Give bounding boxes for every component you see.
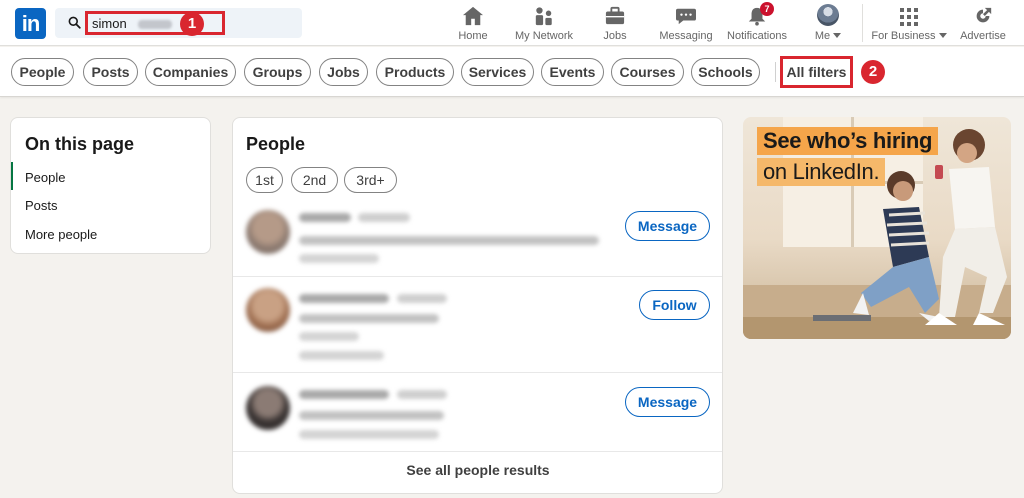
redacted-text — [138, 20, 172, 29]
filter-courses[interactable]: Courses — [611, 58, 684, 86]
chevron-down-icon — [938, 33, 947, 38]
nav-messaging-label: Messaging — [659, 30, 713, 42]
search-icon — [68, 16, 81, 29]
nav-notifications-label: Notifications — [727, 30, 787, 42]
search-input-highlight[interactable]: simon — [85, 11, 225, 35]
search-input[interactable]: simon — [92, 16, 127, 31]
people-results-card: People 1st 2nd 3rd+ Message Follow Messa… — [232, 117, 723, 494]
nav-for-business[interactable]: For Business — [871, 4, 947, 42]
redacted-degree — [358, 213, 410, 222]
on-this-page-title: On this page — [25, 134, 135, 154]
linkedin-hiring-ad[interactable]: See who’s hiring on LinkedIn. — [743, 117, 1011, 339]
filter-products[interactable]: Products — [376, 58, 454, 86]
row-divider — [233, 372, 722, 373]
redacted-location — [299, 430, 439, 439]
network-icon — [535, 7, 552, 26]
redacted-headline — [299, 236, 599, 245]
redacted-mutual — [299, 351, 384, 360]
redacted-location — [299, 254, 379, 263]
filter-people[interactable]: People — [11, 58, 74, 86]
nav-home-label: Home — [458, 30, 488, 42]
see-all-people-results-link[interactable]: See all people results — [233, 462, 722, 478]
filter-services[interactable]: Services — [461, 58, 534, 86]
nav-my-network-label: My Network — [514, 30, 574, 42]
on-this-page-card: On this page People Posts More people — [10, 117, 211, 254]
nav-divider — [862, 4, 863, 42]
linkedin-logo[interactable]: in — [15, 8, 46, 39]
search-bar[interactable]: simon — [55, 8, 302, 38]
nav-for-business-label: For Business — [871, 30, 936, 42]
filter-groups[interactable]: Groups — [244, 58, 311, 86]
nav-advertise[interactable]: Advertise — [958, 4, 1008, 42]
connection-filter-1st[interactable]: 1st — [246, 167, 283, 193]
connection-filter-3rd-plus[interactable]: 3rd+ — [344, 167, 397, 193]
nav-me-label: Me — [814, 30, 831, 42]
step-badge-1: 1 — [180, 12, 204, 36]
person-avatar — [246, 288, 290, 332]
ad-headline-line-1: See who’s hiring — [757, 127, 939, 155]
search-filter-bar: People Posts Companies Groups Jobs Produ… — [0, 47, 1024, 97]
ad-headline-line-2: on LinkedIn. — [757, 158, 886, 186]
step-badge-2: 2 — [861, 60, 885, 84]
row-divider — [233, 451, 722, 452]
toc-people[interactable]: People — [25, 170, 65, 185]
redacted-degree — [397, 390, 447, 399]
filter-companies[interactable]: Companies — [145, 58, 236, 86]
top-navigation: in simon 1 Home My Network Jobs Messagin… — [0, 0, 1024, 46]
chevron-down-icon — [833, 33, 842, 38]
redacted-degree — [397, 294, 447, 303]
nav-my-network[interactable]: My Network — [512, 4, 576, 42]
nav-advertise-label: Advertise — [960, 30, 1006, 42]
connection-filter-2nd[interactable]: 2nd — [291, 167, 338, 193]
message-button[interactable]: Message — [625, 387, 710, 417]
messaging-icon — [676, 8, 696, 25]
nav-messaging[interactable]: Messaging — [658, 4, 714, 42]
toc-more-people[interactable]: More people — [25, 227, 97, 242]
active-indicator — [11, 162, 13, 190]
person-avatar — [246, 210, 290, 254]
nav-me[interactable]: Me — [808, 4, 848, 42]
notification-count-badge: 7 — [760, 2, 774, 16]
nav-home[interactable]: Home — [451, 4, 495, 42]
redacted-name — [299, 390, 389, 399]
nav-for-business-label-wrap: For Business — [871, 30, 947, 42]
all-filters-button[interactable]: All filters — [780, 56, 853, 88]
grid-icon — [900, 8, 918, 26]
ad-headline: See who’s hiring on LinkedIn. — [757, 127, 939, 189]
redacted-location — [299, 332, 359, 341]
redacted-headline — [299, 314, 439, 323]
redacted-name — [299, 294, 389, 303]
nav-notifications[interactable]: 7 Notifications — [725, 2, 789, 42]
avatar — [817, 4, 839, 26]
toc-posts[interactable]: Posts — [25, 198, 58, 213]
redacted-headline — [299, 411, 444, 420]
message-button[interactable]: Message — [625, 211, 710, 241]
nav-me-label-wrap: Me — [808, 30, 848, 42]
briefcase-icon — [605, 6, 625, 25]
filter-divider — [775, 62, 776, 82]
nav-jobs-label: Jobs — [603, 30, 627, 42]
people-section-title: People — [246, 134, 306, 154]
nav-jobs[interactable]: Jobs — [598, 4, 632, 42]
filter-schools[interactable]: Schools — [691, 58, 760, 86]
home-icon — [463, 6, 483, 26]
filter-jobs[interactable]: Jobs — [319, 58, 368, 86]
advertise-icon — [976, 7, 992, 23]
follow-button[interactable]: Follow — [639, 290, 710, 320]
redacted-name — [299, 213, 351, 222]
person-avatar — [246, 386, 290, 430]
row-divider — [233, 276, 722, 277]
filter-events[interactable]: Events — [541, 58, 604, 86]
filter-posts[interactable]: Posts — [83, 58, 138, 86]
